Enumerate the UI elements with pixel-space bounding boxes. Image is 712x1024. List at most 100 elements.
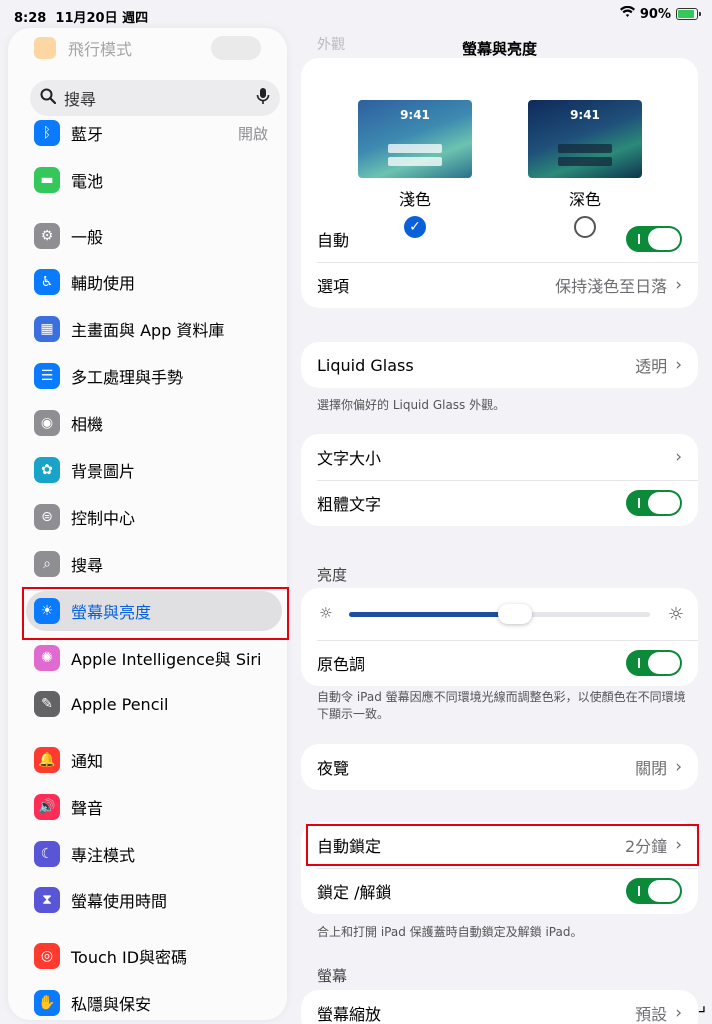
sidebar-item-label: 藍牙	[71, 125, 104, 144]
airplane-toggle[interactable]	[211, 36, 261, 60]
lock-unlock-label: 鎖定 /解鎖	[317, 883, 392, 902]
status-bar: 8:28 11月20日 週四 90%	[0, 0, 712, 28]
bold-text-toggle[interactable]	[626, 490, 682, 516]
bold-text-label: 粗體文字	[317, 495, 382, 514]
sidebar-item-label: 電池	[71, 172, 104, 191]
hourglass-icon: ⧗	[34, 887, 60, 913]
search-icon: ⌕	[34, 551, 60, 577]
sidebar-item-value: 開啟	[237, 124, 268, 143]
sidebar-item[interactable]: ☾ 專注模式	[26, 834, 282, 874]
sidebar-item[interactable]: ◎ Touch ID與密碼	[26, 936, 282, 976]
highlight-frame-auto-lock	[306, 824, 699, 866]
chevron-right-icon: ›	[675, 275, 682, 295]
display-card: 螢幕縮放 預設 ›	[301, 990, 698, 1024]
liquid-glass-card: Liquid Glass 透明 ›	[301, 342, 698, 388]
battery-icon	[676, 8, 701, 20]
sidebar-item-label: 搜尋	[71, 556, 104, 575]
lock-unlock-row: 鎖定 /解鎖	[301, 868, 698, 914]
appearance-options-row[interactable]: 選項 保持淺色至日落 ›	[301, 262, 698, 308]
chevron-right-icon: ›	[675, 757, 682, 777]
sidebar-item-airplane-mode[interactable]: 飛行模式	[34, 34, 261, 62]
sidebar-item[interactable]: ✋ 私隱與保安	[26, 983, 282, 1020]
resize-corner-icon: ⌟	[697, 995, 706, 1016]
true-tone-footer: 自動令 iPad 螢幕因應不同環境光線而調整色彩，以使顏色在不同環境下顯示一致。	[317, 690, 686, 721]
display-zoom-label: 螢幕縮放	[317, 1005, 382, 1024]
date: 11月20日 週四	[55, 11, 149, 26]
brightness-slider[interactable]	[349, 604, 650, 624]
speaker-icon: 🔊	[34, 794, 60, 820]
accessibility-icon: ♿	[34, 269, 60, 295]
sidebar-item[interactable]: ▦ 主畫面與 App 資料庫	[26, 309, 282, 349]
sidebar-item[interactable]: ♿ 輔助使用	[26, 262, 282, 302]
sidebar-item[interactable]: 🔔 通知	[26, 740, 282, 780]
sidebar: 飛行模式 搜尋 ᛒ 藍牙 開啟 ▬ 電池 ⚙ 一般 ♿ 輔助使用 ▦ 主畫面與 App 資料庫 ☰ 多工…	[8, 28, 287, 1020]
display-zoom-row[interactable]: 螢幕縮放 預設 ›	[301, 990, 698, 1024]
bell-icon: 🔔	[34, 747, 60, 773]
status-indicators: 90%	[619, 5, 701, 22]
highlight-frame-sidebar	[22, 587, 289, 640]
liquid-glass-row[interactable]: Liquid Glass 透明 ›	[301, 342, 698, 388]
lock-unlock-toggle[interactable]	[626, 878, 682, 904]
control-center-icon: ⊜	[34, 504, 60, 530]
options-label: 選項	[317, 277, 350, 296]
sidebar-item-label: 專注模式	[71, 846, 136, 865]
night-shift-label: 夜覽	[317, 759, 350, 778]
airplane-icon	[34, 37, 56, 59]
clock: 8:28	[14, 11, 47, 26]
multitasking-icon: ☰	[34, 363, 60, 389]
sidebar-item-label: 控制中心	[71, 509, 136, 528]
gear-icon: ⚙	[34, 223, 60, 249]
auto-appearance-toggle[interactable]	[626, 226, 682, 252]
night-shift-row[interactable]: 夜覽 關閉 ›	[301, 744, 698, 790]
chevron-right-icon: ›	[675, 1003, 682, 1023]
sidebar-item-label: Apple Pencil	[71, 694, 169, 714]
bluetooth-icon: ᛒ	[34, 120, 60, 146]
sidebar-item-label: 相機	[71, 415, 104, 434]
microphone-icon[interactable]	[256, 87, 270, 109]
sidebar-item-label: 通知	[71, 752, 104, 771]
sidebar-item-label: 飛行模式	[68, 40, 133, 59]
sidebar-item[interactable]: ◉ 相機	[26, 403, 282, 443]
status-time: 8:28 11月20日 週四	[14, 7, 148, 26]
sidebar-item[interactable]: ✺ Apple Intelligence與 Siri	[26, 638, 282, 678]
chevron-right-icon: ›	[675, 355, 682, 375]
sidebar-item[interactable]: 🔊 聲音	[26, 787, 282, 827]
brightness-fill	[349, 612, 515, 617]
text-card: 文字大小 › 粗體文字	[301, 434, 698, 526]
display-header: 螢幕	[317, 967, 348, 985]
auto-appearance-row: 自動	[301, 216, 698, 262]
sidebar-item[interactable]: ᛒ 藍牙 開啟	[26, 113, 282, 153]
search-field[interactable]: 搜尋	[30, 80, 280, 116]
text-size-row[interactable]: 文字大小 ›	[301, 434, 698, 480]
brightness-card: ☼ ☼ 原色調	[301, 588, 698, 686]
sidebar-item[interactable]: ⧗ 螢幕使用時間	[26, 880, 282, 920]
liquid-glass-footer: 選擇你偏好的 Liquid Glass 外觀。	[317, 398, 506, 412]
search-icon	[40, 88, 57, 108]
liquid-glass-label: Liquid Glass	[317, 355, 414, 375]
sidebar-item[interactable]: ✎ Apple Pencil	[26, 684, 282, 724]
brightness-header: 亮度	[317, 566, 348, 584]
sidebar-item[interactable]: ✿ 背景圖片	[26, 450, 282, 490]
brightness-slider-row: ☼ ☼	[301, 588, 698, 640]
sidebar-item-label: 輔助使用	[71, 274, 136, 293]
sidebar-item[interactable]: ▬ 電池	[26, 160, 282, 200]
sidebar-item-label: 一般	[71, 228, 104, 247]
sidebar-item[interactable]: ⊜ 控制中心	[26, 497, 282, 537]
sidebar-item-label: Touch ID與密碼	[71, 948, 188, 967]
brightness-knob[interactable]	[497, 604, 532, 624]
settings-screen: 8:28 11月20日 週四 90% 飛行模式 搜尋 ᛒ 藍牙 開啟 ▬ 電池 ⚙ 一般 ♿ 輔	[0, 0, 712, 1024]
auto-label: 自動	[317, 231, 350, 250]
apple-intelligence-icon: ✺	[34, 645, 60, 671]
sidebar-item[interactable]: ☰ 多工處理與手勢	[26, 356, 282, 396]
sidebar-item[interactable]: ⌕ 搜尋	[26, 544, 282, 584]
wallpaper-icon: ✿	[34, 457, 60, 483]
sidebar-item-label: 多工處理與手勢	[71, 368, 184, 387]
display-zoom-value: 預設	[635, 1005, 668, 1024]
options-value: 保持淺色至日落	[555, 277, 668, 296]
true-tone-toggle[interactable]	[626, 650, 682, 676]
sidebar-item[interactable]: ⚙ 一般	[26, 216, 282, 256]
dark-mode-thumbnail: 9:41	[528, 100, 642, 178]
light-mode-label: 淺色	[398, 190, 431, 209]
sidebar-item-label: 背景圖片	[71, 462, 136, 481]
moon-icon: ☾	[34, 841, 60, 867]
